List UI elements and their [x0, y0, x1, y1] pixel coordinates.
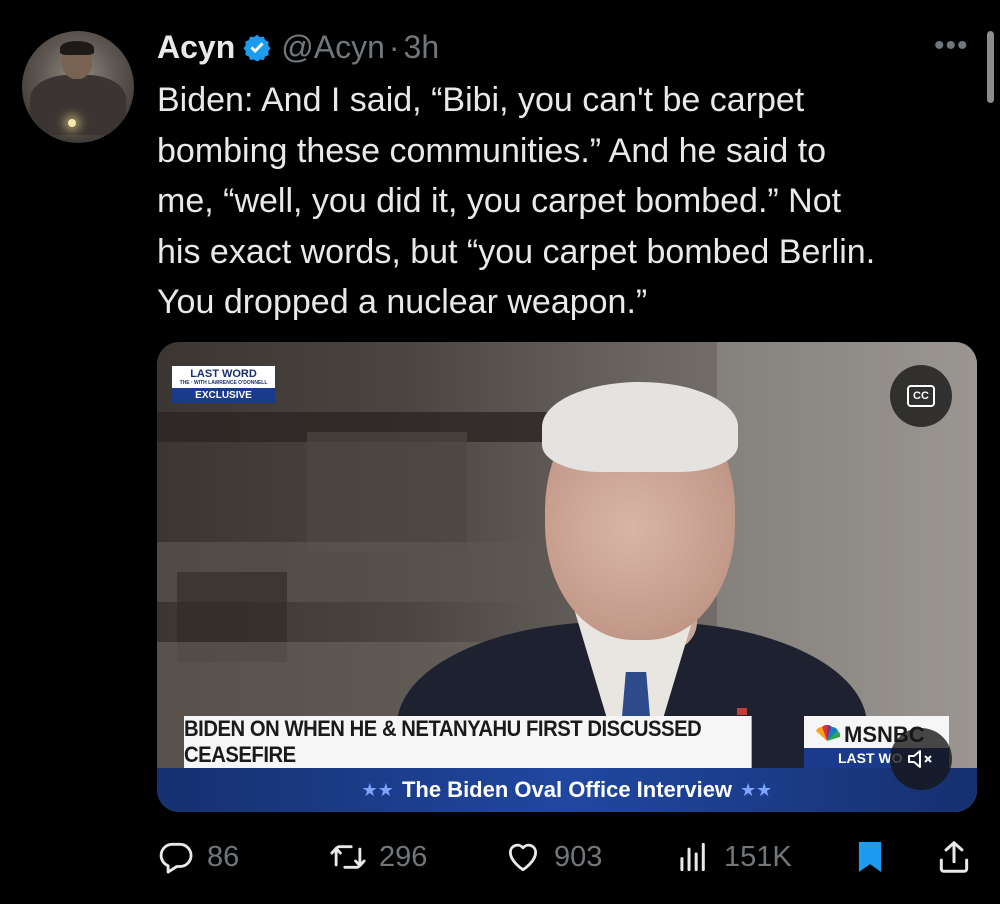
- show-logo: LAST WORD THE · WITH LAWRENCE O'DONNELL: [172, 366, 275, 388]
- avatar-hair: [60, 41, 94, 55]
- banner-title: The Biden Oval Office Interview: [401, 777, 733, 802]
- verified-badge-icon: [243, 34, 271, 61]
- reply-button[interactable]: 86: [157, 832, 239, 882]
- show-logo-subtitle: THE · WITH LAWRENCE O'DONNELL: [179, 379, 268, 386]
- reply-bubble-icon: [159, 842, 193, 874]
- tweet-time[interactable]: 3h: [404, 29, 440, 66]
- bar-chart-icon: [680, 842, 705, 872]
- banner-stars-right: ★★: [740, 779, 773, 800]
- retweet-icon: [330, 845, 366, 869]
- bookmark-icon: [858, 841, 882, 873]
- closed-captions-button[interactable]: CC: [890, 365, 952, 427]
- tweet-text: Biden: And I said, “Bibi, you can't be c…: [157, 81, 876, 321]
- peacock-icon: [816, 725, 840, 741]
- avatar[interactable]: [22, 31, 134, 143]
- more-dots-icon[interactable]: •••: [934, 31, 969, 61]
- volume-muted-icon: [908, 750, 932, 768]
- bookmark-button[interactable]: [851, 832, 901, 882]
- heart-icon: [508, 843, 538, 872]
- flag-pin: [737, 708, 747, 715]
- banner-stars-left: ★★: [361, 779, 394, 800]
- like-count: 903: [554, 840, 603, 873]
- separator-dot: ·: [388, 28, 400, 65]
- share-button[interactable]: [935, 832, 985, 882]
- share-icon: [939, 841, 969, 873]
- author-name[interactable]: Acyn: [157, 29, 235, 66]
- views-button[interactable]: 151K: [674, 832, 792, 882]
- interview-banner: ★★ The Biden Oval Office Interview ★★: [157, 768, 977, 812]
- lower-third-headline: BIDEN ON WHEN HE & NETANYAHU FIRST DISCU…: [184, 716, 752, 768]
- view-count: 151K: [724, 840, 792, 873]
- speaker-hair: [542, 382, 738, 472]
- tweet-header: Acyn @Acyn · 3h: [157, 24, 439, 70]
- closed-captions-icon: CC: [907, 385, 935, 407]
- background-books: [307, 432, 467, 552]
- retweet-button[interactable]: 296: [329, 832, 427, 882]
- video-player[interactable]: LAST WORD THE · WITH LAWRENCE O'DONNELL …: [157, 342, 977, 812]
- reply-count: 86: [207, 840, 240, 873]
- action-bar: 86 296 903 151K: [157, 832, 987, 882]
- scrollbar[interactable]: [987, 31, 994, 103]
- mute-button[interactable]: [890, 728, 952, 790]
- avatar-body: [30, 75, 126, 135]
- retweet-count: 296: [379, 840, 428, 873]
- avatar-light: [68, 119, 76, 127]
- author-handle[interactable]: @Acyn: [281, 29, 385, 66]
- like-button[interactable]: 903: [504, 832, 602, 882]
- exclusive-label: EXCLUSIVE: [172, 388, 275, 403]
- show-logo-title: LAST WORD: [190, 367, 257, 380]
